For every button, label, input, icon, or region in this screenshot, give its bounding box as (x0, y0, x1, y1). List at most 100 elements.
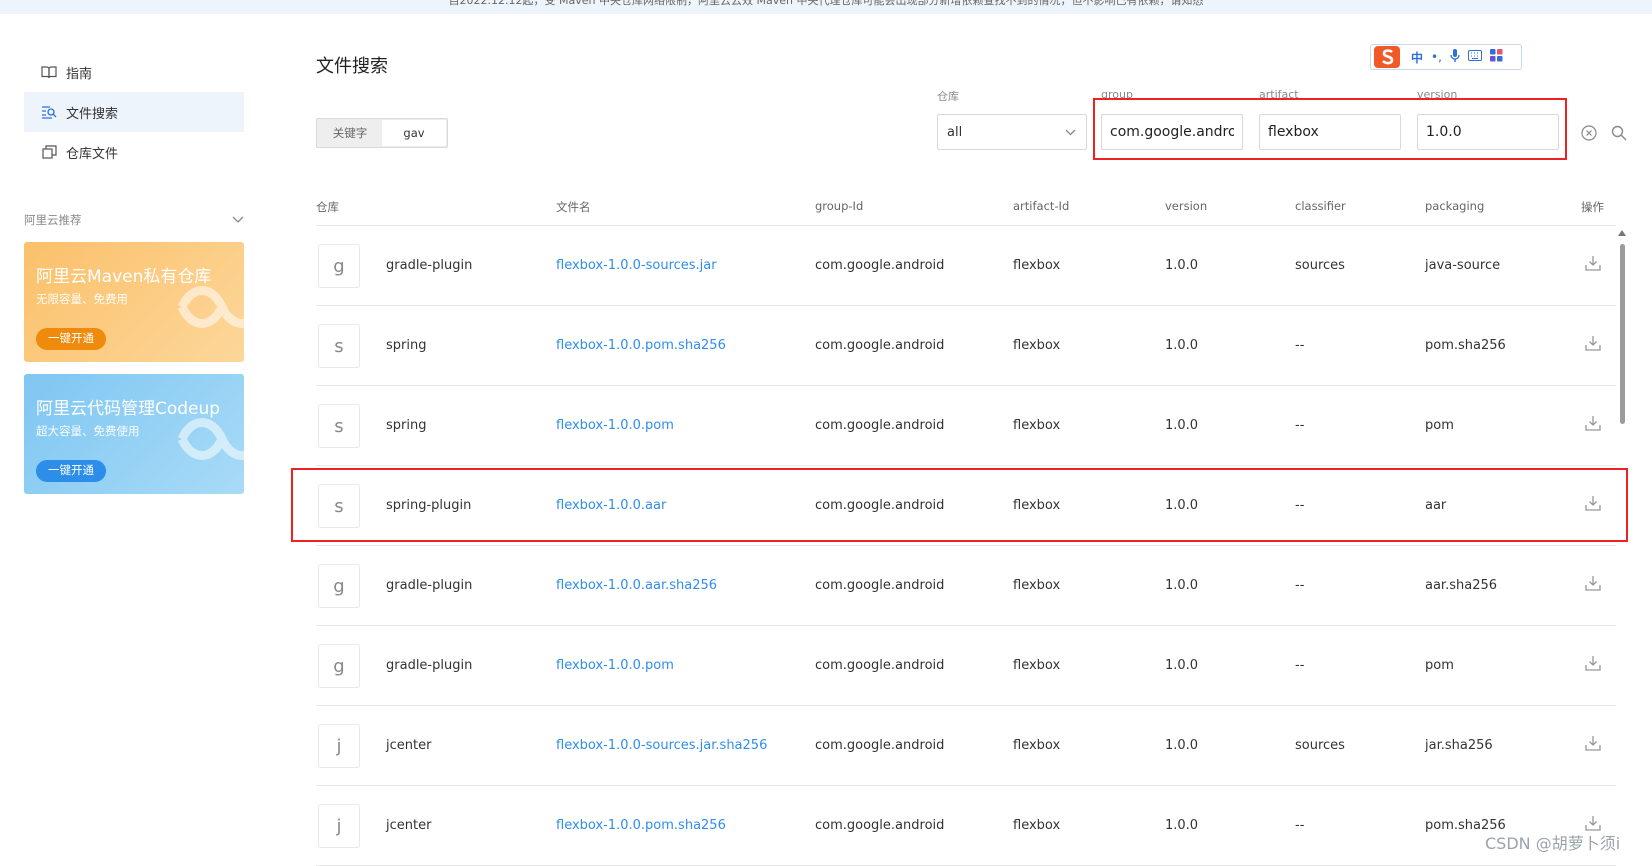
table-row: j jcenter flexbox-1.0.0.pom.sha256 com.g… (316, 786, 1616, 866)
cell-version: 1.0.0 (1165, 338, 1199, 353)
cell-group: com.google.android (815, 818, 945, 833)
cell-artifact: flexbox (1013, 418, 1061, 433)
cell-group: com.google.android (815, 258, 945, 273)
cell-file-link[interactable]: flexbox-1.0.0.pom.sha256 (556, 818, 726, 833)
repo-select-value: all (947, 124, 963, 140)
cell-group: com.google.android (815, 578, 945, 593)
cell-artifact: flexbox (1013, 578, 1061, 593)
cell-file-link[interactable]: flexbox-1.0.0-sources.jar (556, 258, 717, 273)
infinity-decor-icon (177, 286, 244, 328)
cell-version: 1.0.0 (1165, 658, 1199, 673)
col-header-file: 文件名 (556, 200, 591, 214)
promo-card-codeup[interactable]: 阿里云代码管理Codeup 超大容量、免费使用 一键开通 (24, 374, 244, 494)
repo-filter-label: 仓库 (937, 90, 959, 103)
highlight-box-row (291, 468, 1628, 542)
cell-classifier: -- (1295, 338, 1305, 353)
col-header-classifier: classifier (1295, 199, 1346, 213)
cell-artifact: flexbox (1013, 818, 1061, 833)
sidebar-item-label: 指南 (66, 66, 93, 82)
sidebar-item-repo-files[interactable]: 仓库文件 (24, 132, 244, 172)
cell-classifier: sources (1295, 738, 1345, 753)
table-row: s spring flexbox-1.0.0.pom com.google.an… (316, 386, 1616, 466)
promo-subtitle: 无限容量、免费用 (36, 292, 128, 306)
cell-packaging: pom.sha256 (1425, 338, 1506, 353)
table-row: s spring flexbox-1.0.0.pom.sha256 com.go… (316, 306, 1616, 386)
cell-version: 1.0.0 (1165, 258, 1199, 273)
scroll-thumb[interactable] (1620, 244, 1625, 424)
section-title: 阿里云推荐 (24, 213, 82, 227)
promo-open-button[interactable]: 一键开通 (36, 328, 106, 350)
col-header-packaging: packaging (1425, 199, 1485, 213)
cell-repo: gradle-plugin (386, 258, 473, 273)
cell-artifact: flexbox (1013, 258, 1061, 273)
sidebar-item-file-search[interactable]: 文件搜索 (24, 92, 244, 132)
col-header-group: group-Id (815, 199, 864, 213)
cell-version: 1.0.0 (1165, 818, 1199, 833)
col-header-version: version (1165, 199, 1208, 213)
table-row: g gradle-plugin flexbox-1.0.0.pom com.go… (316, 626, 1616, 706)
sidebar-item-label: 仓库文件 (66, 146, 119, 162)
cell-version: 1.0.0 (1165, 578, 1199, 593)
cell-classifier: sources (1295, 258, 1345, 273)
download-icon[interactable] (1584, 734, 1604, 754)
cell-repo: jcenter (386, 738, 432, 753)
cell-file-link[interactable]: flexbox-1.0.0.pom (556, 658, 674, 673)
file-search-icon (40, 103, 58, 121)
ime-lang-toggle[interactable]: 中 (1411, 49, 1423, 66)
mode-keyword-tab[interactable]: 关键字 (318, 120, 382, 146)
cell-file-link[interactable]: flexbox-1.0.0.aar.sha256 (556, 578, 717, 593)
notice-banner: 自2022.12.12起，受 Maven 中央仓库网络限制，阿里云云效 Mave… (0, 0, 1652, 14)
cell-classifier: -- (1295, 658, 1305, 673)
cell-repo: gradle-plugin (386, 578, 473, 593)
clear-icon[interactable] (1578, 122, 1600, 144)
page-title: 文件搜索 (316, 56, 388, 77)
keyboard-icon[interactable] (1467, 50, 1482, 64)
download-icon[interactable] (1584, 254, 1604, 274)
col-header-artifact: artifact-Id (1013, 199, 1070, 213)
mode-gav-tab[interactable]: gav (382, 120, 446, 146)
download-icon[interactable] (1584, 654, 1604, 674)
cell-group: com.google.android (815, 418, 945, 433)
cell-classifier: -- (1295, 418, 1305, 433)
cell-file-link[interactable]: flexbox-1.0.0-sources.jar.sha256 (556, 738, 767, 753)
repo-select[interactable]: all (937, 114, 1087, 150)
cell-group: com.google.android (815, 738, 945, 753)
repo-badge: j (318, 724, 360, 768)
book-icon (40, 63, 58, 81)
sogou-logo-icon (1374, 46, 1400, 68)
cell-group: com.google.android (815, 338, 945, 353)
cell-packaging: java-source (1425, 258, 1501, 273)
cell-repo: gradle-plugin (386, 658, 473, 673)
table-row: j jcenter flexbox-1.0.0-sources.jar.sha2… (316, 706, 1616, 786)
sidebar: 指南 文件搜索 仓库文件 阿里云推荐 阿里云Maven私有仓库 无限容量、免费用… (24, 52, 244, 494)
search-icon[interactable] (1608, 122, 1630, 144)
chevron-down-icon (232, 213, 244, 227)
repo-badge: g (318, 644, 360, 688)
sidebar-item-guide[interactable]: 指南 (24, 52, 244, 92)
cell-file-link[interactable]: flexbox-1.0.0.pom.sha256 (556, 338, 726, 353)
cell-packaging: jar.sha256 (1425, 738, 1493, 753)
cell-artifact: flexbox (1013, 338, 1061, 353)
cell-repo: spring (386, 338, 427, 353)
download-icon[interactable] (1584, 574, 1604, 594)
infinity-decor-icon (177, 418, 244, 460)
col-header-action: 操作 (1581, 200, 1604, 214)
scroll-up-arrow-icon[interactable] (1618, 230, 1626, 236)
repo-badge: s (318, 324, 360, 368)
promo-card-maven[interactable]: 阿里云Maven私有仓库 无限容量、免费用 一键开通 (24, 242, 244, 362)
promo-open-button[interactable]: 一键开通 (36, 460, 106, 482)
cell-repo: spring (386, 418, 427, 433)
cell-version: 1.0.0 (1165, 738, 1199, 753)
recommend-section-header[interactable]: 阿里云推荐 (24, 212, 244, 228)
download-icon[interactable] (1584, 414, 1604, 434)
repo-badge: s (318, 404, 360, 448)
apps-grid-icon[interactable] (1489, 49, 1503, 65)
cell-file-link[interactable]: flexbox-1.0.0.pom (556, 418, 674, 433)
chevron-down-icon (1065, 125, 1076, 140)
cell-artifact: flexbox (1013, 738, 1061, 753)
ime-punct-toggle[interactable]: •, (1431, 50, 1442, 64)
download-icon[interactable] (1584, 334, 1604, 354)
table-scrollbar[interactable] (1617, 230, 1627, 850)
microphone-icon[interactable] (1450, 48, 1460, 66)
search-mode-toggle: 关键字 gav (316, 118, 448, 148)
